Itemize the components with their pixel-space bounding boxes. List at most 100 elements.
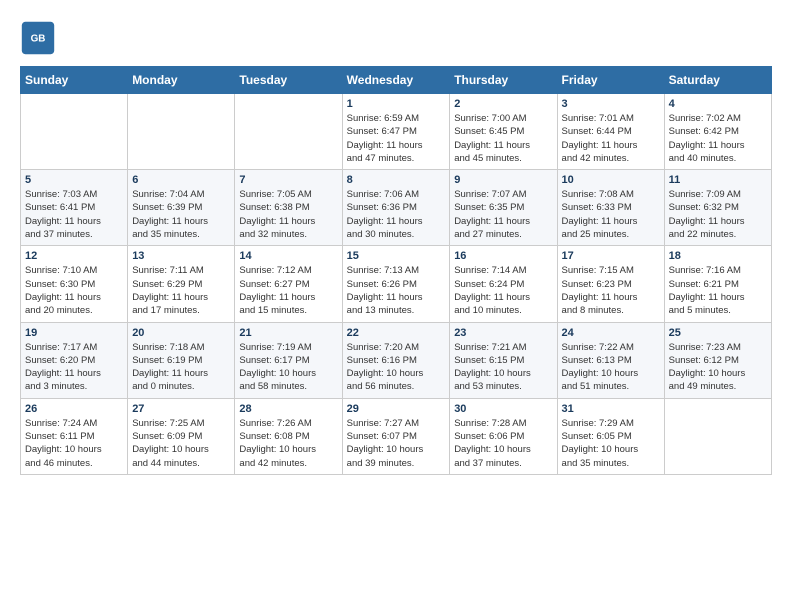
day-number: 30: [454, 403, 552, 415]
day-number: 29: [347, 403, 446, 415]
day-number: 1: [347, 98, 446, 110]
day-cell: 6 Sunrise: 7:04 AMSunset: 6:39 PMDaylight…: [128, 170, 235, 246]
day-number: 6: [132, 174, 230, 186]
day-info: Sunrise: 7:19 AMSunset: 6:17 PMDaylight:…: [239, 341, 337, 394]
day-info: Sunrise: 7:16 AMSunset: 6:21 PMDaylight:…: [669, 264, 767, 317]
day-cell: 2Sunrise: 7:00 AMSunset: 6:45 PMDaylight…: [450, 94, 557, 170]
day-cell: 5 Sunrise: 7:03 AMSunset: 6:41 PMDaylight…: [21, 170, 128, 246]
day-cell: 18 Sunrise: 7:16 AMSunset: 6:21 PMDayligh…: [664, 246, 771, 322]
day-cell: 15 Sunrise: 7:13 AMSunset: 6:26 PMDayligh…: [342, 246, 450, 322]
day-info: Sunrise: 7:10 AMSunset: 6:30 PMDaylight:…: [25, 264, 123, 317]
day-info: Sunrise: 7:24 AMSunset: 6:11 PMDaylight:…: [25, 417, 123, 470]
day-number: 9: [454, 174, 552, 186]
day-info: Sunrise: 7:23 AMSunset: 6:12 PMDaylight:…: [669, 341, 767, 394]
day-cell: 30Sunrise: 7:28 AMSunset: 6:06 PMDayligh…: [450, 398, 557, 474]
day-number: 26: [25, 403, 123, 415]
day-number: 28: [239, 403, 337, 415]
day-cell: 4 Sunrise: 7:02 AMSunset: 6:42 PMDaylight…: [664, 94, 771, 170]
day-cell: 21 Sunrise: 7:19 AMSunset: 6:17 PMDayligh…: [235, 322, 342, 398]
day-info: Sunrise: 7:13 AMSunset: 6:26 PMDaylight:…: [347, 264, 446, 317]
day-cell: 25Sunrise: 7:23 AMSunset: 6:12 PMDayligh…: [664, 322, 771, 398]
day-cell: 26 Sunrise: 7:24 AMSunset: 6:11 PMDayligh…: [21, 398, 128, 474]
day-cell: 13 Sunrise: 7:11 AMSunset: 6:29 PMDayligh…: [128, 246, 235, 322]
day-number: 2: [454, 98, 552, 110]
page-header: GB: [20, 20, 772, 56]
week-row-2: 5 Sunrise: 7:03 AMSunset: 6:41 PMDaylight…: [21, 170, 772, 246]
day-cell: 11 Sunrise: 7:09 AMSunset: 6:32 PMDayligh…: [664, 170, 771, 246]
day-info: Sunrise: 7:17 AMSunset: 6:20 PMDaylight:…: [25, 341, 123, 394]
day-info: Sunrise: 7:06 AMSunset: 6:36 PMDaylight:…: [347, 188, 446, 241]
weekday-header-saturday: Saturday: [664, 67, 771, 94]
day-number: 11: [669, 174, 767, 186]
day-number: 8: [347, 174, 446, 186]
day-info: Sunrise: 7:15 AMSunset: 6:23 PMDaylight:…: [562, 264, 660, 317]
weekday-header-thursday: Thursday: [450, 67, 557, 94]
day-info: Sunrise: 7:04 AMSunset: 6:39 PMDaylight:…: [132, 188, 230, 241]
day-cell: 20Sunrise: 7:18 AMSunset: 6:19 PMDayligh…: [128, 322, 235, 398]
day-info: Sunrise: 7:03 AMSunset: 6:41 PMDaylight:…: [25, 188, 123, 241]
day-info: Sunrise: 7:05 AMSunset: 6:38 PMDaylight:…: [239, 188, 337, 241]
day-cell: 1 Sunrise: 6:59 AMSunset: 6:47 PMDaylight…: [342, 94, 450, 170]
day-info: Sunrise: 7:21 AMSunset: 6:15 PMDaylight:…: [454, 341, 552, 394]
day-number: 18: [669, 250, 767, 262]
day-number: 19: [25, 327, 123, 339]
day-cell: 22 Sunrise: 7:20 AMSunset: 6:16 PMDayligh…: [342, 322, 450, 398]
day-number: 15: [347, 250, 446, 262]
logo-icon: GB: [20, 20, 56, 56]
day-info: Sunrise: 7:12 AMSunset: 6:27 PMDaylight:…: [239, 264, 337, 317]
weekday-header-row: SundayMondayTuesdayWednesdayThursdayFrid…: [21, 67, 772, 94]
day-cell: 16 Sunrise: 7:14 AMSunset: 6:24 PMDayligh…: [450, 246, 557, 322]
day-cell: 9 Sunrise: 7:07 AMSunset: 6:35 PMDaylight…: [450, 170, 557, 246]
day-number: 22: [347, 327, 446, 339]
day-cell: 12 Sunrise: 7:10 AMSunset: 6:30 PMDayligh…: [21, 246, 128, 322]
day-info: Sunrise: 7:25 AMSunset: 6:09 PMDaylight:…: [132, 417, 230, 470]
day-number: 23: [454, 327, 552, 339]
day-number: 13: [132, 250, 230, 262]
day-info: Sunrise: 7:26 AMSunset: 6:08 PMDaylight:…: [239, 417, 337, 470]
day-cell: 23 Sunrise: 7:21 AMSunset: 6:15 PMDayligh…: [450, 322, 557, 398]
week-row-4: 19 Sunrise: 7:17 AMSunset: 6:20 PMDayligh…: [21, 322, 772, 398]
day-number: 17: [562, 250, 660, 262]
day-cell: [128, 94, 235, 170]
day-info: Sunrise: 7:09 AMSunset: 6:32 PMDaylight:…: [669, 188, 767, 241]
day-number: 21: [239, 327, 337, 339]
day-info: Sunrise: 7:27 AMSunset: 6:07 PMDaylight:…: [347, 417, 446, 470]
day-number: 14: [239, 250, 337, 262]
day-cell: 7 Sunrise: 7:05 AMSunset: 6:38 PMDaylight…: [235, 170, 342, 246]
weekday-header-friday: Friday: [557, 67, 664, 94]
calendar: SundayMondayTuesdayWednesdayThursdayFrid…: [20, 66, 772, 475]
day-info: Sunrise: 7:11 AMSunset: 6:29 PMDaylight:…: [132, 264, 230, 317]
day-info: Sunrise: 7:14 AMSunset: 6:24 PMDaylight:…: [454, 264, 552, 317]
week-row-1: 1 Sunrise: 6:59 AMSunset: 6:47 PMDaylight…: [21, 94, 772, 170]
weekday-header-sunday: Sunday: [21, 67, 128, 94]
day-info: Sunrise: 7:29 AMSunset: 6:05 PMDaylight:…: [562, 417, 660, 470]
day-number: 24: [562, 327, 660, 339]
day-cell: [664, 398, 771, 474]
day-cell: 19 Sunrise: 7:17 AMSunset: 6:20 PMDayligh…: [21, 322, 128, 398]
day-cell: 27Sunrise: 7:25 AMSunset: 6:09 PMDayligh…: [128, 398, 235, 474]
day-number: 3: [562, 98, 660, 110]
weekday-header-monday: Monday: [128, 67, 235, 94]
day-number: 16: [454, 250, 552, 262]
day-cell: 24Sunrise: 7:22 AMSunset: 6:13 PMDayligh…: [557, 322, 664, 398]
day-cell: 28 Sunrise: 7:26 AMSunset: 6:08 PMDayligh…: [235, 398, 342, 474]
day-info: Sunrise: 7:18 AMSunset: 6:19 PMDaylight:…: [132, 341, 230, 394]
day-number: 7: [239, 174, 337, 186]
day-cell: 8 Sunrise: 7:06 AMSunset: 6:36 PMDaylight…: [342, 170, 450, 246]
day-cell: 10Sunrise: 7:08 AMSunset: 6:33 PMDayligh…: [557, 170, 664, 246]
day-info: Sunrise: 7:01 AMSunset: 6:44 PMDaylight:…: [562, 112, 660, 165]
day-info: Sunrise: 7:20 AMSunset: 6:16 PMDaylight:…: [347, 341, 446, 394]
svg-text:GB: GB: [31, 34, 46, 45]
day-info: Sunrise: 7:02 AMSunset: 6:42 PMDaylight:…: [669, 112, 767, 165]
week-row-3: 12 Sunrise: 7:10 AMSunset: 6:30 PMDayligh…: [21, 246, 772, 322]
day-info: Sunrise: 6:59 AMSunset: 6:47 PMDaylight:…: [347, 112, 446, 165]
day-number: 10: [562, 174, 660, 186]
day-cell: [21, 94, 128, 170]
day-cell: 31 Sunrise: 7:29 AMSunset: 6:05 PMDayligh…: [557, 398, 664, 474]
day-info: Sunrise: 7:07 AMSunset: 6:35 PMDaylight:…: [454, 188, 552, 241]
day-cell: 29 Sunrise: 7:27 AMSunset: 6:07 PMDayligh…: [342, 398, 450, 474]
day-number: 4: [669, 98, 767, 110]
day-number: 12: [25, 250, 123, 262]
day-number: 5: [25, 174, 123, 186]
day-number: 31: [562, 403, 660, 415]
